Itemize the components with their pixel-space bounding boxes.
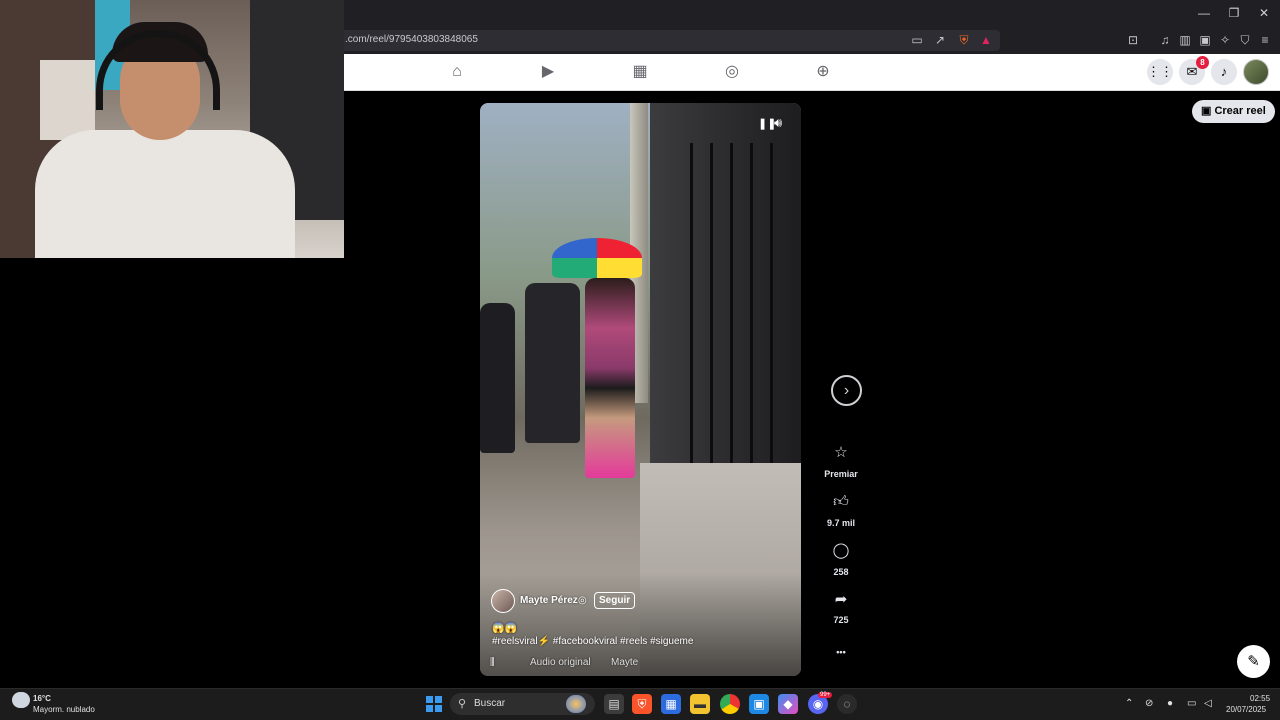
taskbar-search-placeholder[interactable]: Buscar — [474, 698, 505, 709]
chrome-icon[interactable] — [720, 694, 740, 714]
marketplace-icon[interactable]: ▦ — [629, 62, 651, 82]
sidebar-icon[interactable]: ▥ — [1178, 33, 1192, 47]
crear-reel-label: Crear reel — [1214, 105, 1266, 117]
speaker-icon[interactable]: ◁ — [1204, 698, 1212, 709]
share-icon[interactable]: ↗ — [933, 33, 947, 47]
reel-video[interactable] — [480, 103, 801, 676]
microphone-icon[interactable]: ● — [1167, 698, 1173, 709]
next-reel-button[interactable]: › — [831, 375, 862, 406]
windows-start-icon[interactable] — [426, 696, 442, 712]
remote-desktop-icon[interactable]: ▣ — [749, 694, 769, 714]
leo-ai-icon[interactable]: ✧ — [1218, 33, 1232, 47]
tab-search-icon[interactable]: ⊡ — [1126, 33, 1140, 47]
volume-icon[interactable]: 🔊︎ — [774, 115, 782, 131]
copilot-icon[interactable]: ◆ — [778, 694, 798, 714]
home-icon[interactable]: ⌂ — [446, 62, 468, 82]
reel-scene-person — [525, 283, 580, 443]
weather-description[interactable]: Mayorm. nublado — [33, 705, 95, 714]
reel-scene-person — [480, 303, 515, 453]
start-tile — [426, 705, 433, 712]
premiar-icon[interactable]: ☆ — [827, 439, 855, 467]
task-view-icon[interactable]: ▤ — [604, 694, 624, 714]
author-name[interactable]: Mayte Pérez — [520, 595, 578, 606]
webcam-dresser — [40, 60, 95, 140]
close-window-button[interactable]: ✕ — [1256, 6, 1272, 20]
vpn-icon[interactable]: ⛉ — [1238, 33, 1252, 47]
file-explorer-icon[interactable]: ▬ — [690, 694, 710, 714]
start-tile — [435, 696, 442, 703]
crear-reel-button[interactable]: ▣ Crear reel — [1192, 100, 1275, 123]
search-highlight-icon[interactable] — [566, 695, 586, 713]
obs-icon[interactable]: ◌ — [837, 694, 857, 714]
video-icon[interactable]: ▶ — [537, 62, 559, 82]
reel-caption: #reelsviral⚡ #facebookviral #reels #sigu… — [492, 636, 694, 647]
display-icon[interactable]: ▭ — [1187, 698, 1196, 709]
like-count: 9.7 mil — [826, 518, 855, 528]
tray-network-off-icon[interactable]: ⊘ — [1145, 698, 1153, 709]
like-icon[interactable]: 👍︎ — [827, 488, 855, 516]
audio-author[interactable]: Mayte — [611, 657, 638, 668]
tray-chevron-icon[interactable]: ⌃ — [1125, 698, 1133, 709]
verified-icon: ◎ — [578, 595, 587, 606]
comment-count: 258 — [833, 567, 849, 577]
microsoft-store-icon[interactable]: ▦ — [661, 694, 681, 714]
start-tile — [435, 705, 442, 712]
share-reel-icon[interactable]: ➦ — [827, 586, 855, 614]
reel-emoji-line: 😱😱 — [492, 623, 517, 634]
weather-icon[interactable] — [12, 692, 30, 708]
taskbar-time[interactable]: 02:55 — [1250, 694, 1270, 703]
profile-avatar[interactable] — [1243, 59, 1269, 85]
brave-rewards-icon[interactable]: ▲ — [979, 33, 993, 47]
messenger-badge: 8 — [1196, 56, 1209, 69]
start-tile — [426, 696, 433, 703]
discord-badge: 99+ — [818, 692, 833, 698]
more-options-icon[interactable]: ••• — [816, 647, 866, 657]
reel-bottom-shade — [480, 573, 801, 676]
webcam-overlay — [0, 0, 344, 258]
media-icon[interactable]: ♫ — [1158, 33, 1172, 47]
reel-scene-umbrella — [552, 238, 642, 278]
audio-original-label[interactable]: Audio original — [530, 657, 591, 668]
reel-scene-person — [585, 278, 635, 478]
menu-icon[interactable]: ≡ — [1258, 33, 1272, 47]
taskbar-date[interactable]: 20/07/2025 — [1226, 705, 1266, 714]
brave-browser-icon[interactable]: ⛨ — [632, 694, 652, 714]
reel-create-icon: ▣ — [1201, 105, 1215, 117]
gaming-icon[interactable]: ⊕ — [812, 62, 834, 82]
share-count: 725 — [833, 615, 849, 625]
author-avatar[interactable] — [491, 589, 515, 613]
premiar-label: Premiar — [824, 469, 858, 479]
wallet-icon[interactable]: ▣ — [1198, 33, 1212, 47]
notifications-bell-icon[interactable]: ♪ — [1211, 59, 1237, 85]
webcam-person-shirt — [35, 130, 295, 258]
maximize-button[interactable]: ❐ — [1226, 6, 1242, 20]
groups-icon[interactable]: ◎ — [721, 62, 743, 82]
audio-wave-icon: ⫼ — [490, 657, 495, 668]
apps-menu-button[interactable]: ⋮⋮ — [1147, 59, 1173, 85]
comment-icon[interactable]: ◯ — [827, 537, 855, 565]
search-icon: ⚲ — [458, 698, 467, 710]
follow-button[interactable]: Seguir — [594, 592, 636, 609]
minimize-button[interactable]: — — [1196, 6, 1212, 20]
weather-temp[interactable]: 16°C — [33, 694, 51, 703]
address-bar-url[interactable]: .com/reel/9795403803848065 — [345, 34, 478, 45]
brave-shield-icon[interactable]: ⛨ — [957, 33, 971, 47]
new-message-icon[interactable]: ✎ — [1237, 645, 1270, 678]
cast-icon[interactable]: ▭ — [910, 33, 924, 47]
